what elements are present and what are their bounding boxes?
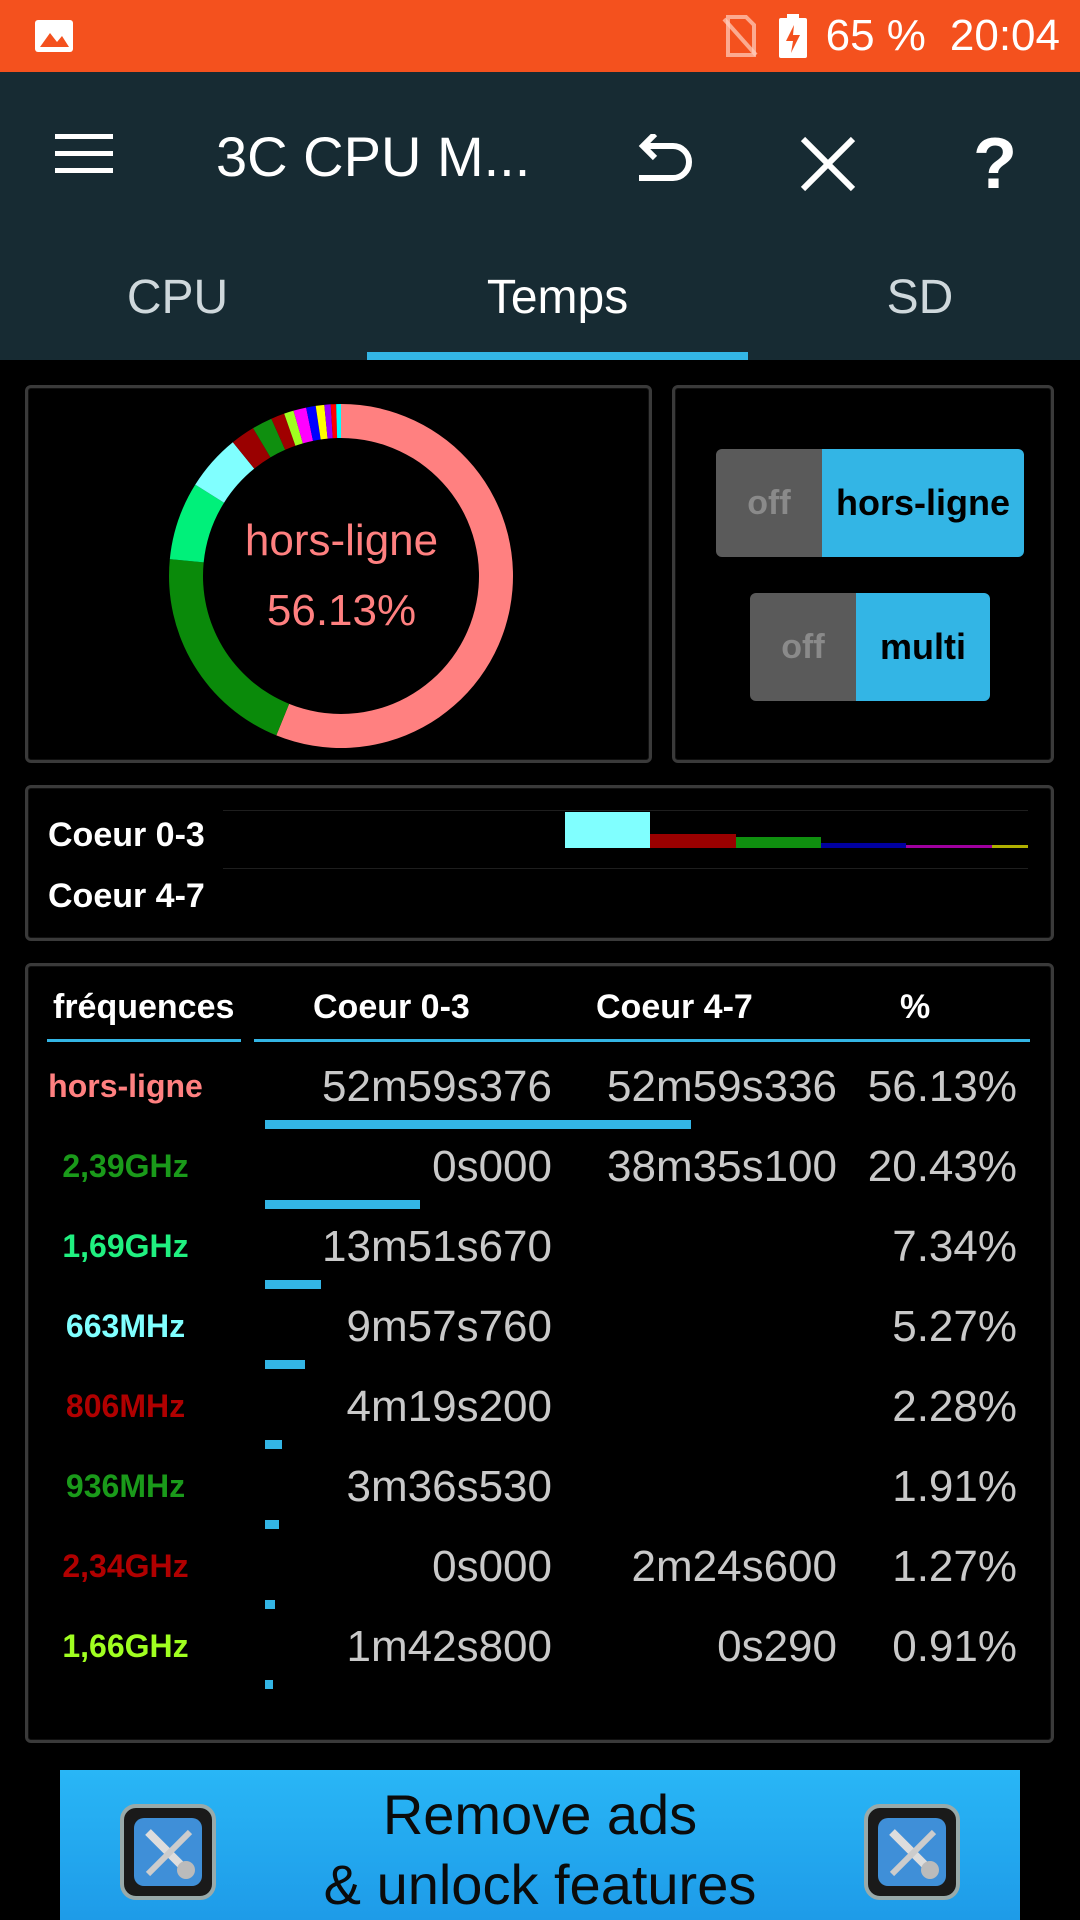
toggle-panel: off hors-ligne off multi	[672, 385, 1054, 763]
offline-toggle-off: off	[716, 449, 822, 557]
donut-chart-panel: hors-ligne 56.13%	[25, 385, 652, 763]
multi-toggle-on: multi	[856, 593, 990, 701]
table-row: hors-ligne 52m59s376 52m59s336 56.13%	[28, 1058, 1057, 1138]
status-bar: 65 % 20:04	[0, 0, 1080, 72]
tab-bar: CPU Temps SD	[0, 240, 1080, 360]
header-percent: %	[900, 988, 931, 1026]
percent-value: 2.28%	[892, 1382, 1017, 1431]
tab-cpu[interactable]: CPU	[0, 270, 355, 325]
frequency-label: hors-ligne	[48, 1068, 203, 1104]
offline-toggle[interactable]: off hors-ligne	[716, 449, 1024, 557]
no-sim-icon	[722, 15, 758, 57]
core-bar-segment	[906, 845, 992, 848]
core-0-3-time: 9m57s760	[346, 1302, 552, 1351]
percent-bar	[265, 1360, 305, 1369]
remove-ads-banner[interactable]: Remove ads & unlock features	[60, 1770, 1020, 1920]
table-row: 2,34GHz 0s000 2m24s600 1.27%	[28, 1538, 1057, 1618]
donut-center-label: hors-ligne	[244, 516, 439, 565]
table-row: 936MHz 3m36s530 1.91%	[28, 1458, 1057, 1538]
table-row: 2,39GHz 0s000 38m35s100 20.43%	[28, 1138, 1057, 1218]
frequency-label: 1,66GHz	[62, 1628, 189, 1664]
percent-value: 5.27%	[892, 1302, 1017, 1351]
donut-segment	[276, 404, 513, 748]
battery-percent: 65 %	[825, 11, 926, 60]
frequency-label: 1,69GHz	[62, 1228, 189, 1264]
close-button[interactable]	[788, 124, 868, 204]
table-row: 663MHz 9m57s760 5.27%	[28, 1298, 1057, 1378]
core-label-4-7: Coeur 4-7	[48, 877, 205, 915]
frequency-label: 2,34GHz	[62, 1548, 189, 1584]
undo-icon	[638, 134, 692, 181]
header-core-4-7: Coeur 4-7	[596, 988, 753, 1026]
help-icon: ?	[973, 124, 1017, 204]
frequency-label: 806MHz	[65, 1388, 186, 1424]
core-0-3-time: 3m36s530	[346, 1462, 552, 1511]
close-icon	[800, 136, 856, 192]
core-4-7-time: 52m59s336	[607, 1062, 837, 1111]
time-distribution-donut[interactable]	[28, 388, 655, 766]
table-row: 1,66GHz 1m42s800 0s290 0.91%	[28, 1618, 1057, 1698]
percent-bar	[265, 1280, 321, 1289]
percent-value: 1.27%	[892, 1542, 1017, 1591]
frequency-table: fréquences Coeur 0-3 Coeur 4-7 % hors-li…	[25, 963, 1054, 1743]
core-4-7-time: 2m24s600	[631, 1542, 837, 1591]
core-bar-segment	[565, 812, 651, 848]
header-underline-data	[254, 1039, 1030, 1042]
percent-bar	[265, 1520, 279, 1529]
frequency-label: 2,39GHz	[62, 1148, 189, 1184]
clock: 20:04	[949, 11, 1060, 60]
core-usage-panel: Coeur 0-3 Coeur 4-7	[25, 785, 1054, 941]
tab-temps[interactable]: Temps	[367, 270, 748, 325]
tab-indicator	[367, 352, 748, 360]
frequency-label: 663MHz	[65, 1308, 186, 1344]
core-0-3-time: 1m42s800	[346, 1622, 552, 1671]
menu-icon[interactable]	[55, 132, 113, 176]
multi-toggle-off: off	[750, 593, 856, 701]
offline-toggle-on: hors-ligne	[822, 449, 1024, 557]
table-row: 1,69GHz 13m51s670 7.34%	[28, 1218, 1057, 1298]
core-0-3-time: 13m51s670	[322, 1222, 552, 1271]
header-underline-freq	[47, 1039, 241, 1042]
percent-value: 20.43%	[867, 1142, 1017, 1191]
core-4-7-time: 38m35s100	[607, 1142, 837, 1191]
percent-value: 56.13%	[867, 1062, 1017, 1111]
percent-bar	[265, 1120, 691, 1129]
core-0-3-bar	[223, 811, 1028, 868]
percent-bar	[265, 1200, 420, 1209]
core-4-7-time: 0s290	[717, 1622, 837, 1671]
percent-value: 7.34%	[892, 1222, 1017, 1271]
header-core-0-3: Coeur 0-3	[313, 988, 470, 1026]
app-bar: 3C CPU M... ?	[0, 72, 1080, 240]
frequency-label: 936MHz	[65, 1468, 186, 1504]
percent-value: 1.91%	[892, 1462, 1017, 1511]
table-row: 806MHz 4m19s200 2.28%	[28, 1378, 1057, 1458]
core-bar-segment	[735, 837, 822, 848]
percent-bar	[265, 1680, 273, 1689]
core-0-3-time: 52m59s376	[322, 1062, 552, 1111]
chip-tools-icon	[864, 1804, 960, 1900]
app-title: 3C CPU M...	[216, 125, 531, 188]
multi-toggle[interactable]: off multi	[750, 593, 990, 701]
core-track-mid	[223, 868, 1028, 869]
battery-charging-icon	[778, 14, 807, 58]
core-bar-segment	[821, 843, 907, 848]
core-0-3-time: 0s000	[432, 1542, 552, 1591]
percent-bar	[265, 1600, 275, 1609]
header-frequencies: fréquences	[53, 988, 235, 1026]
core-label-0-3: Coeur 0-3	[48, 816, 205, 854]
core-bar-segment	[991, 845, 1028, 848]
undo-button[interactable]	[620, 124, 700, 204]
core-0-3-time: 0s000	[432, 1142, 552, 1191]
help-button[interactable]: ?	[955, 124, 1035, 204]
core-0-3-time: 4m19s200	[346, 1382, 552, 1431]
gallery-icon	[35, 20, 73, 52]
core-bar-segment	[650, 834, 736, 848]
percent-value: 0.91%	[892, 1622, 1017, 1671]
percent-bar	[265, 1440, 282, 1449]
donut-center-value: 56.13%	[266, 586, 417, 635]
tab-sd[interactable]: SD	[760, 270, 1080, 325]
